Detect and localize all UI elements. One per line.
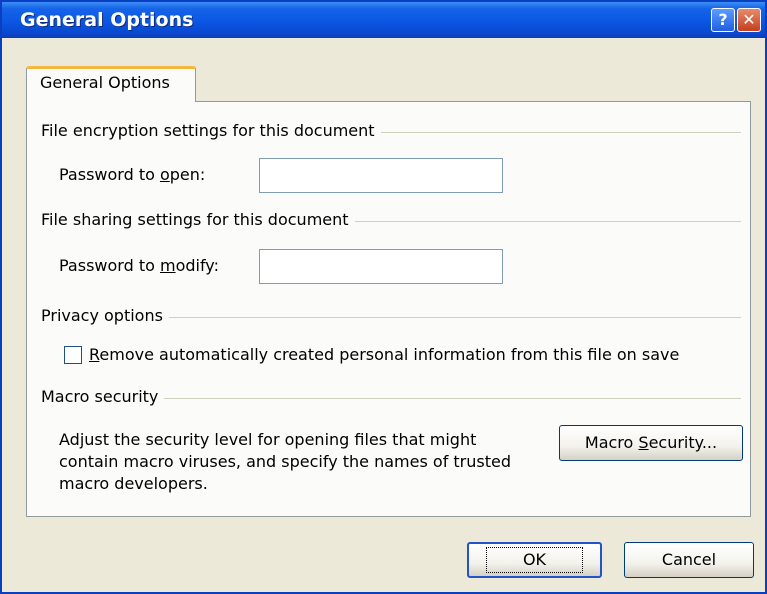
ok-label: OK xyxy=(485,547,584,573)
remove-personal-info-label[interactable]: Remove automatically created personal in… xyxy=(89,345,679,364)
privacy-group-title: Privacy options xyxy=(41,306,169,325)
help-icon: ? xyxy=(718,10,728,29)
cancel-button[interactable]: Cancel xyxy=(624,542,754,578)
macro-security-button[interactable]: Macro Security... xyxy=(559,425,743,461)
remove-personal-info-checkbox[interactable] xyxy=(64,346,82,364)
password-open-label: Password to open: xyxy=(59,165,206,184)
close-button[interactable]: ✕ xyxy=(737,8,761,32)
general-options-dialog: General Options ? ✕ General Options File… xyxy=(0,0,767,594)
tab-label: General Options xyxy=(40,73,170,92)
help-button[interactable]: ? xyxy=(711,8,735,32)
password-modify-label: Password to modify: xyxy=(59,256,219,275)
tab-panel: File encryption settings for this docume… xyxy=(26,101,751,517)
macro-description: Adjust the security level for opening fi… xyxy=(59,430,512,493)
macro-group-title: Macro security xyxy=(41,387,165,406)
password-open-input[interactable] xyxy=(259,158,503,193)
close-icon: ✕ xyxy=(742,10,756,29)
password-modify-input[interactable] xyxy=(259,249,503,284)
encryption-group-title: File encryption settings for this docume… xyxy=(41,121,381,140)
sharing-group-title: File sharing settings for this document xyxy=(41,210,355,229)
ok-button[interactable]: OK xyxy=(467,542,602,578)
tab-general-options[interactable]: General Options xyxy=(26,66,196,102)
window-title: General Options xyxy=(20,9,194,31)
title-bar[interactable]: General Options ? ✕ xyxy=(2,2,765,38)
